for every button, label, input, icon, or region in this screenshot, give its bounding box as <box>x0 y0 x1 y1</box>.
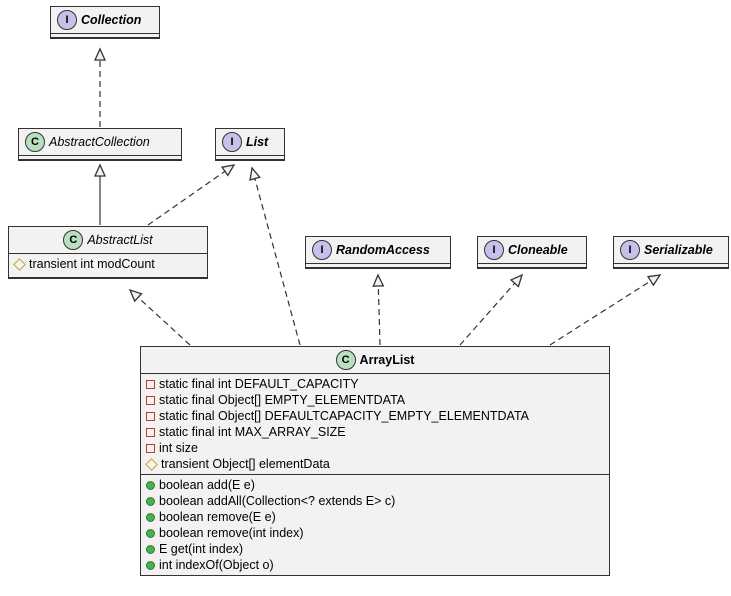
class-name: List <box>246 135 268 149</box>
interface-icon: I <box>484 240 504 260</box>
method-row: boolean addAll(Collection<? extends E> c… <box>146 493 604 509</box>
class-name: ArrayList <box>360 353 415 367</box>
class-name: Collection <box>81 13 141 27</box>
public-visibility-icon <box>146 481 155 490</box>
method-text: boolean addAll(Collection<? extends E> c… <box>159 494 395 508</box>
class-icon: C <box>25 132 45 152</box>
methods-section: boolean add(E e) boolean addAll(Collecti… <box>141 475 609 575</box>
method-text: int indexOf(Object o) <box>159 558 274 572</box>
public-visibility-icon <box>146 497 155 506</box>
field-text: static final Object[] EMPTY_ELEMENTDATA <box>159 393 405 407</box>
method-text: boolean remove(E e) <box>159 510 276 524</box>
method-row: E get(int index) <box>146 541 604 557</box>
class-name: AbstractCollection <box>49 135 150 149</box>
private-visibility-icon <box>146 380 155 389</box>
field-text: transient int modCount <box>29 257 155 271</box>
package-visibility-icon <box>13 258 26 271</box>
class-serializable: I Serializable <box>613 236 729 269</box>
class-name: RandomAccess <box>336 243 430 257</box>
method-text: boolean add(E e) <box>159 478 255 492</box>
private-visibility-icon <box>146 428 155 437</box>
class-list: I List <box>215 128 285 161</box>
interface-icon: I <box>312 240 332 260</box>
class-name: AbstractList <box>87 233 152 247</box>
class-abstractlist: C AbstractList transient int modCount <box>8 226 208 279</box>
class-cloneable: I Cloneable <box>477 236 587 269</box>
fields-section: static final int DEFAULT_CAPACITY static… <box>141 374 609 474</box>
class-collection: I Collection <box>50 6 160 39</box>
field-row: int size <box>146 440 604 456</box>
class-icon: C <box>63 230 83 250</box>
class-name: Cloneable <box>508 243 568 257</box>
class-icon: C <box>336 350 356 370</box>
field-text: int size <box>159 441 198 455</box>
private-visibility-icon <box>146 396 155 405</box>
method-row: boolean remove(E e) <box>146 509 604 525</box>
class-arraylist: C ArrayList static final int DEFAULT_CAP… <box>140 346 610 576</box>
public-visibility-icon <box>146 545 155 554</box>
method-row: boolean add(E e) <box>146 477 604 493</box>
interface-icon: I <box>620 240 640 260</box>
private-visibility-icon <box>146 444 155 453</box>
method-text: E get(int index) <box>159 542 243 556</box>
interface-icon: I <box>57 10 77 30</box>
interface-icon: I <box>222 132 242 152</box>
package-visibility-icon <box>145 458 158 471</box>
class-name: Serializable <box>644 243 713 257</box>
field-row: static final Object[] DEFAULTCAPACITY_EM… <box>146 408 604 424</box>
field-text: static final Object[] DEFAULTCAPACITY_EM… <box>159 409 529 423</box>
private-visibility-icon <box>146 412 155 421</box>
field-row: static final int DEFAULT_CAPACITY <box>146 376 604 392</box>
field-text: static final int DEFAULT_CAPACITY <box>159 377 359 391</box>
public-visibility-icon <box>146 513 155 522</box>
method-row: int indexOf(Object o) <box>146 557 604 573</box>
field-row: static final int MAX_ARRAY_SIZE <box>146 424 604 440</box>
class-randomaccess: I RandomAccess <box>305 236 451 269</box>
method-text: boolean remove(int index) <box>159 526 304 540</box>
field-text: transient Object[] elementData <box>161 457 330 471</box>
public-visibility-icon <box>146 529 155 538</box>
class-abstractcollection: C AbstractCollection <box>18 128 182 161</box>
public-visibility-icon <box>146 561 155 570</box>
field-row: transient int modCount <box>14 256 202 272</box>
field-text: static final int MAX_ARRAY_SIZE <box>159 425 346 439</box>
method-row: boolean remove(int index) <box>146 525 604 541</box>
field-row: static final Object[] EMPTY_ELEMENTDATA <box>146 392 604 408</box>
field-row: transient Object[] elementData <box>146 456 604 472</box>
